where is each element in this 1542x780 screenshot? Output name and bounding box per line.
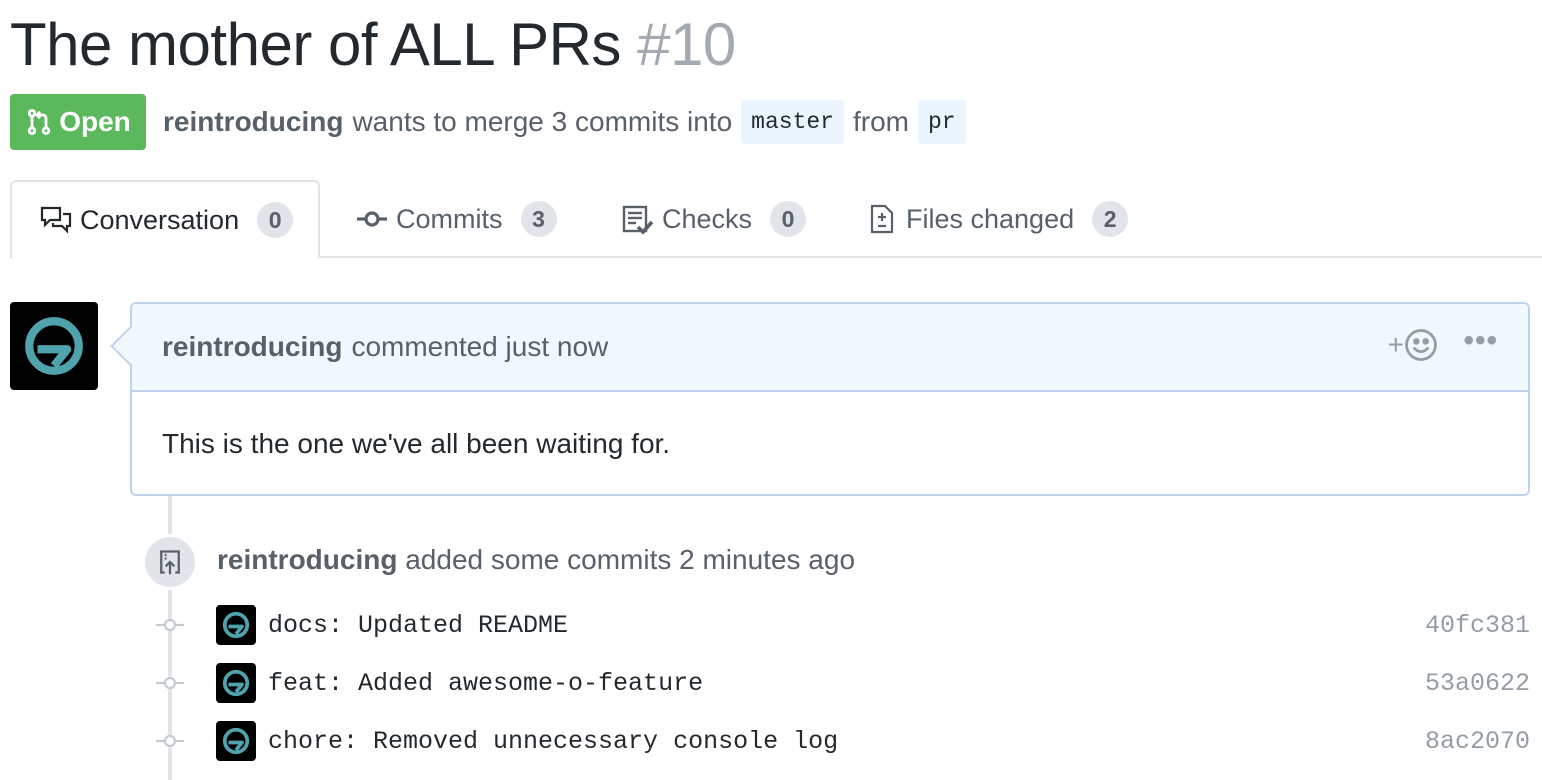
commit-message-link[interactable]: chore: Removed unnecessary console log — [268, 727, 838, 756]
pr-meta-from: from — [852, 106, 909, 137]
commit-avatar[interactable] — [216, 605, 256, 645]
checklist-icon — [622, 205, 654, 235]
repo-push-icon-badge — [142, 534, 198, 590]
commit-avatar[interactable] — [216, 721, 256, 761]
comment-body: This is the one we've all been waiting f… — [162, 428, 671, 459]
tab-label: Checks — [662, 203, 753, 234]
commit-row: chore: Removed unnecessary console log 8… — [150, 721, 1530, 761]
comment-author-link[interactable]: reintroducing — [162, 331, 342, 363]
commit-row: docs: Updated README 40fc381 — [150, 605, 1530, 645]
git-commit-icon — [156, 618, 184, 632]
pr-author-link[interactable]: reintroducing — [163, 106, 343, 138]
tab-counter: 2 — [1092, 201, 1129, 237]
comment-discussion-icon — [40, 206, 72, 234]
pr-state-label: Open — [59, 106, 131, 137]
commit-message-link[interactable]: feat: Added awesome-o-feature — [268, 669, 703, 698]
reaction-plus: + — [1387, 329, 1404, 360]
tab-conversation[interactable]: Conversation 0 — [10, 180, 320, 258]
avatar-logo-icon — [222, 727, 250, 755]
comment-timestamp: commented just now — [351, 331, 609, 362]
git-commit-icon — [156, 676, 184, 690]
tab-label: Files changed — [906, 203, 1075, 234]
commit-message-link[interactable]: docs: Updated README — [268, 611, 568, 640]
commit-sha-link[interactable]: 40fc381 — [1425, 611, 1530, 640]
tab-commits[interactable]: Commits 3 — [356, 180, 557, 258]
comment-header: reintroducing commented just now + ••• — [132, 304, 1528, 392]
commits-event: reintroducing added some commits 2 minut… — [217, 544, 855, 576]
event-author-link[interactable]: reintroducing — [217, 544, 397, 575]
commit-avatar[interactable] — [216, 663, 256, 703]
add-reaction-button[interactable]: + — [1388, 328, 1438, 362]
base-branch[interactable]: master — [741, 100, 844, 144]
avatar-logo-icon — [25, 317, 83, 375]
diff-icon — [870, 204, 894, 234]
tab-counter: 3 — [520, 201, 557, 237]
avatar-logo-icon — [222, 611, 250, 639]
commit-sha-link[interactable]: 8ac2070 — [1425, 727, 1530, 756]
commit-sha-link[interactable]: 53a0622 — [1425, 669, 1530, 698]
pr-title-text: The mother of ALL PRs — [10, 11, 621, 78]
tab-counter: 0 — [770, 201, 807, 237]
more-options-button[interactable]: ••• — [1463, 324, 1498, 358]
head-branch[interactable]: pr — [917, 100, 966, 144]
avatar[interactable] — [10, 302, 98, 390]
git-pull-request-icon — [28, 109, 51, 135]
tab-files-changed[interactable]: Files changed 2 — [866, 180, 1129, 258]
pr-meta-text: wants to merge 3 commits into — [352, 106, 733, 137]
avatar-logo-icon — [222, 669, 250, 697]
smiley-icon — [1405, 329, 1437, 361]
tab-label: Conversation — [80, 204, 240, 235]
repo-push-icon — [160, 550, 180, 575]
event-action: added some commits 2 minutes ago — [405, 544, 856, 575]
tab-counter: 0 — [257, 202, 294, 238]
git-commit-icon — [156, 734, 184, 748]
tab-checks[interactable]: Checks 0 — [622, 180, 807, 258]
pr-state-badge: Open — [10, 94, 146, 150]
commit-row: feat: Added awesome-o-feature 53a0622 — [150, 663, 1530, 703]
tab-label: Commits — [396, 203, 503, 234]
pr-meta: reintroducing wants to merge 3 commits i… — [163, 100, 966, 144]
comment-box: reintroducing commented just now + ••• T… — [110, 302, 1530, 496]
pr-number: #10 — [637, 11, 736, 78]
pr-title: The mother of ALL PRs #10 — [10, 10, 736, 80]
git-commit-icon — [357, 211, 387, 227]
